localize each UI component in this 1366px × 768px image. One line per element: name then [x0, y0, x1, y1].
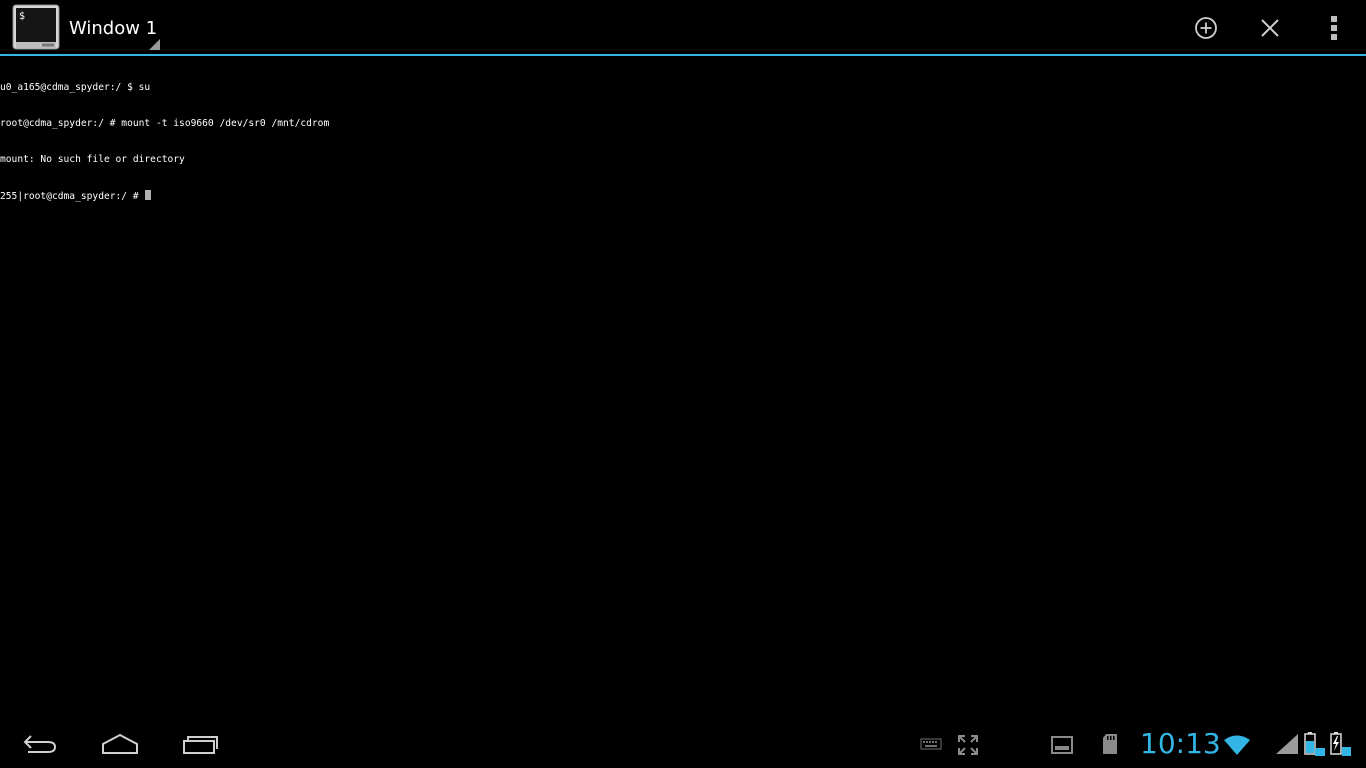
new-window-button[interactable] — [1184, 6, 1228, 50]
terminal-prompt-line: 255|root@cdma_spyder:/ # — [0, 190, 1366, 202]
terminal-line: root@cdma_spyder:/ # mount -t iso9660 /d… — [0, 118, 330, 129]
overflow-dots-icon — [1331, 16, 1337, 40]
window-selector[interactable]: Window 1 — [60, 4, 164, 52]
spinner-indicator-icon — [149, 39, 160, 50]
terminal-line: mount: No such file or directory — [0, 154, 185, 165]
window-title: Window 1 — [69, 18, 158, 39]
dock-battery-charging-icon — [1328, 730, 1354, 758]
terminal-output[interactable]: u0_a165@cdma_spyder:/ $ su root@cdma_spy… — [0, 58, 1366, 718]
close-icon — [1261, 19, 1279, 37]
close-window-button[interactable] — [1248, 6, 1292, 50]
keyboard-icon[interactable] — [920, 736, 942, 752]
plus-circle-icon — [1195, 17, 1217, 39]
home-button[interactable] — [84, 724, 156, 764]
terminal-app-icon[interactable]: $ — [12, 4, 62, 52]
action-bar: $ Window 1 — [0, 0, 1366, 54]
sd-card-icon[interactable] — [1100, 732, 1120, 756]
back-arrow-icon — [23, 735, 57, 753]
terminal-cursor — [145, 190, 152, 200]
terminal-prompt: 255|root@cdma_spyder:/ # — [0, 191, 145, 202]
cell-signal-icon — [1274, 732, 1300, 756]
recent-apps-icon — [183, 736, 218, 754]
action-bar-divider — [0, 54, 1366, 56]
wifi-icon — [1222, 732, 1252, 758]
status-clock[interactable]: 10:13 — [1140, 726, 1221, 762]
screenshot-notification-icon[interactable] — [1050, 734, 1074, 756]
svg-text:$: $ — [19, 11, 25, 22]
terminal-line: u0_a165@cdma_spyder:/ $ su — [0, 82, 151, 93]
overflow-menu-button[interactable] — [1312, 6, 1356, 50]
home-icon — [102, 733, 138, 754]
back-button[interactable] — [4, 724, 76, 764]
recent-apps-button[interactable] — [164, 724, 236, 764]
tablet-battery-icon — [1302, 730, 1328, 758]
fullscreen-icon[interactable] — [956, 734, 980, 756]
